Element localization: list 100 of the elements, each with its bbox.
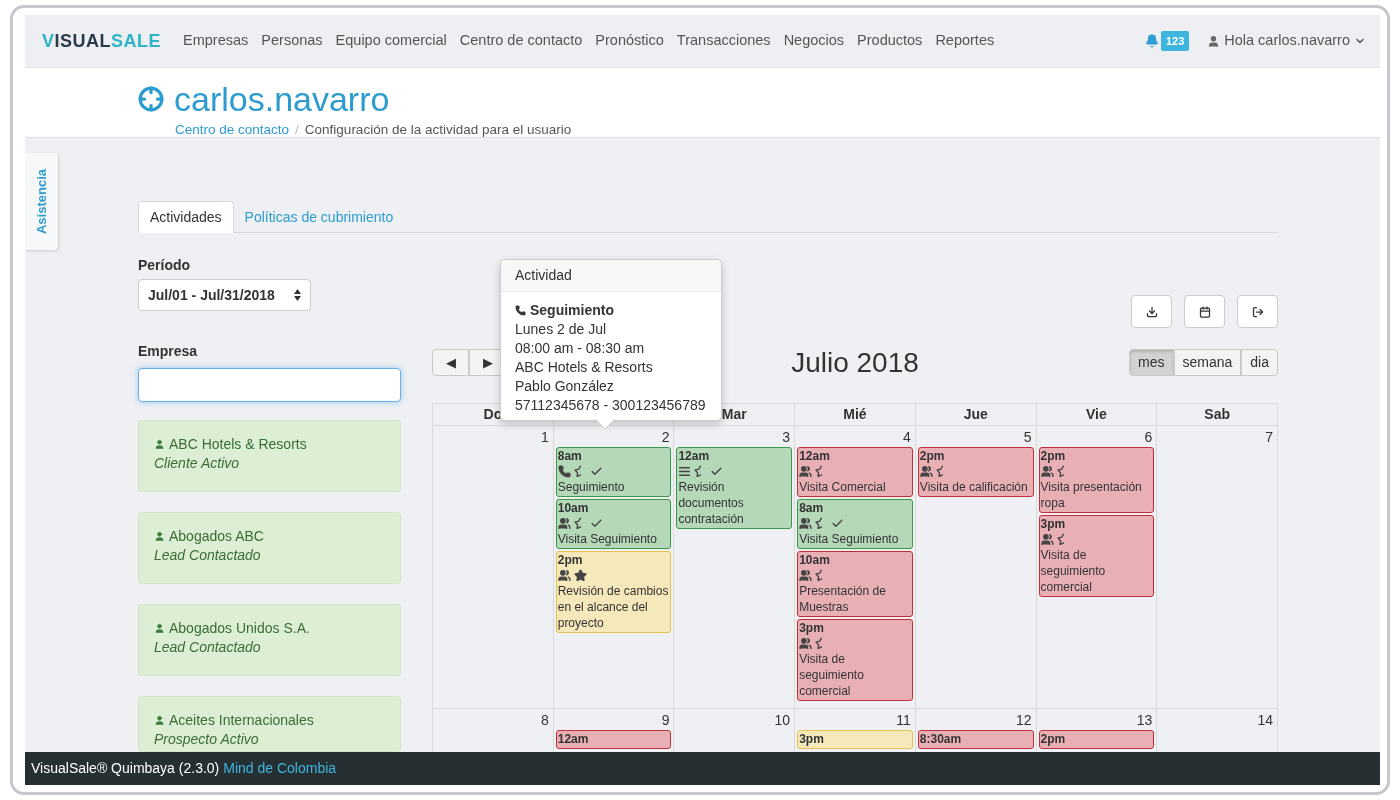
footer-text: VisualSale® Quimbaya (2.3.0) — [31, 759, 220, 778]
event-title: Visita de seguimiento comercial — [799, 651, 865, 699]
day-cell[interactable]: 5 2pm Visita de calificación — [915, 426, 1037, 709]
day-cell[interactable]: 1 — [433, 426, 554, 709]
company-card[interactable]: Aceites Internacionales Prospecto Activo — [138, 696, 401, 752]
nav-link[interactable]: Personas — [261, 30, 323, 52]
day-number: 2 — [661, 428, 670, 447]
day-number: 4 — [903, 428, 911, 447]
company-status: Cliente Activo — [154, 455, 241, 472]
day-number: 8 — [540, 711, 549, 730]
person-icon — [154, 531, 165, 542]
day-number: 7 — [1265, 428, 1273, 447]
event-title: Visita Seguimiento — [799, 531, 900, 547]
event-title: Visita Seguimiento — [557, 531, 658, 547]
view-toggle[interactable]: mes — [1129, 349, 1174, 376]
company-name: Abogados Unidos S.A. — [169, 619, 310, 638]
day-number: 6 — [1144, 428, 1153, 447]
calendar-event[interactable]: 10am Presentación de Muestras — [797, 551, 913, 617]
toolbar-button[interactable] — [1131, 295, 1172, 328]
event-time: 3pm — [1040, 516, 1067, 532]
nav-link[interactable]: Pronóstico — [595, 30, 664, 52]
breadcrumb-current: Configuración de la actividad para el usuario — [304, 121, 572, 139]
event-time: 3pm — [799, 620, 825, 636]
calendar-event[interactable]: 12am Visita Comercial — [797, 447, 913, 497]
event-title: Revisión de cambios en el alcance del proyecto — [557, 583, 670, 631]
event-time: 2pm — [1040, 448, 1067, 464]
popover-line: Pablo González — [515, 377, 615, 396]
day-number: 1 — [540, 428, 549, 447]
nav-link[interactable]: Centro de contacto — [459, 30, 583, 52]
sign-out-icon — [1251, 305, 1264, 318]
company-card[interactable]: Abogados ABC Lead Contactado — [138, 512, 401, 584]
weekday-header: Jue — [963, 405, 988, 424]
calendar-event[interactable]: 2pm Visita de calificación — [917, 447, 1034, 497]
view-toggle[interactable]: semana — [1173, 349, 1242, 376]
person-icon — [154, 715, 165, 726]
event-time: 12am — [799, 448, 831, 464]
user-menu[interactable]: Hola carlos.navarro — [1224, 30, 1350, 52]
calendar-event[interactable]: 8am Seguimiento — [555, 447, 672, 497]
nav-link[interactable]: Negocios — [783, 30, 845, 52]
day-cell[interactable]: 6 2pm Visita presentación ropa 3pm Visita de seguimiento comercial — [1036, 426, 1158, 709]
day-number: 14 — [1257, 711, 1273, 730]
popover-line: ABC Hotels & Resorts — [515, 358, 654, 377]
bell-icon[interactable] — [1144, 34, 1159, 48]
calendar-event[interactable]: 8:30am — [917, 730, 1034, 749]
calendar-event[interactable]: 2pm Revisión de cambios en el alcance del proyecto — [555, 551, 672, 633]
user-icon — [1207, 34, 1221, 48]
event-title: Presentación de Muestras — [799, 583, 887, 615]
event-time: 12am — [678, 448, 711, 464]
event-title: Visita Comercial — [799, 479, 887, 495]
company-input[interactable] — [138, 368, 401, 402]
company-name: ABC Hotels & Resorts — [169, 435, 307, 454]
company-status: Prospecto Activo — [154, 731, 260, 748]
nav-link[interactable]: Empresas — [183, 30, 249, 52]
breadcrumb-separator: / — [295, 121, 299, 139]
view-toggle[interactable]: dia — [1241, 349, 1278, 376]
company-name: Aceites Internacionales — [169, 711, 314, 730]
day-cell[interactable]: 3 12am Revisión documentos contratación — [674, 426, 796, 709]
day-cell[interactable]: 2 8am Seguimiento 10am Visita Seguimiento 2pm Revisión de cambios en el alcance del proyecto — [553, 426, 675, 709]
weekday-header: Vie — [1086, 405, 1107, 424]
event-time: 2pm — [919, 448, 946, 464]
footer-link[interactable]: Mind de Colombia — [223, 758, 337, 779]
weekday-header: Mié — [843, 405, 867, 424]
weekday-header: Mar — [721, 405, 747, 424]
calendar-event[interactable]: 3pm Visita de seguimiento comercial — [797, 619, 913, 701]
popover-line: 57112345678 - 300123456789 — [515, 396, 707, 415]
toolbar-button[interactable] — [1237, 295, 1278, 328]
day-cell[interactable]: 4 12am Visita Comercial 8am Visita Seguimiento 10am Presentación de Muestras 3pm Visita de seguimiento comercial — [795, 426, 916, 709]
download-icon — [1145, 305, 1158, 318]
nav-link[interactable]: Transacciones — [676, 30, 771, 52]
event-time: 10am — [799, 552, 831, 568]
day-number: 12 — [1016, 711, 1032, 730]
nav-link[interactable]: Productos — [857, 30, 923, 52]
calendar-nav-button[interactable]: ◀ — [432, 349, 469, 376]
target-icon — [138, 86, 164, 112]
calendar-icon — [1198, 305, 1211, 318]
event-title: Visita presentación ropa — [1040, 479, 1143, 511]
nav-link[interactable]: Equipo comercial — [335, 30, 447, 52]
day-number: 3 — [782, 428, 791, 447]
nav-link[interactable]: Reportes — [935, 30, 995, 52]
calendar-event[interactable]: 2pm Visita presentación ropa — [1038, 447, 1155, 513]
weekday-header: Sab — [1204, 405, 1230, 424]
tab[interactable]: Actividades — [138, 201, 234, 233]
calendar-event[interactable]: 2pm — [1038, 730, 1155, 749]
person-icon — [154, 623, 165, 634]
day-number: 9 — [661, 711, 670, 730]
toolbar-button[interactable] — [1184, 295, 1225, 328]
company-card[interactable]: ABC Hotels & Resorts Cliente Activo — [138, 420, 401, 492]
event-time: 2pm — [557, 552, 584, 568]
company-card[interactable]: Abogados Unidos S.A. Lead Contactado — [138, 604, 401, 676]
day-cell[interactable]: 7 — [1157, 426, 1278, 709]
calendar-event[interactable]: 3pm Visita de seguimiento comercial — [1038, 515, 1155, 597]
period-select[interactable]: Jul/01 - Jul/31/2018 — [138, 279, 311, 311]
calendar-event[interactable]: 12am — [555, 730, 672, 749]
calendar-event[interactable]: 8am Visita Seguimiento — [797, 499, 913, 549]
logo[interactable]: VISUALSALE — [42, 27, 162, 55]
calendar-event[interactable]: 10am Visita Seguimiento — [555, 499, 672, 549]
phone-icon — [515, 305, 526, 316]
calendar-event[interactable]: 3pm — [797, 730, 913, 749]
calendar-event[interactable]: 12am Revisión documentos contratación — [676, 447, 793, 529]
field-label: Empresa — [138, 342, 199, 361]
